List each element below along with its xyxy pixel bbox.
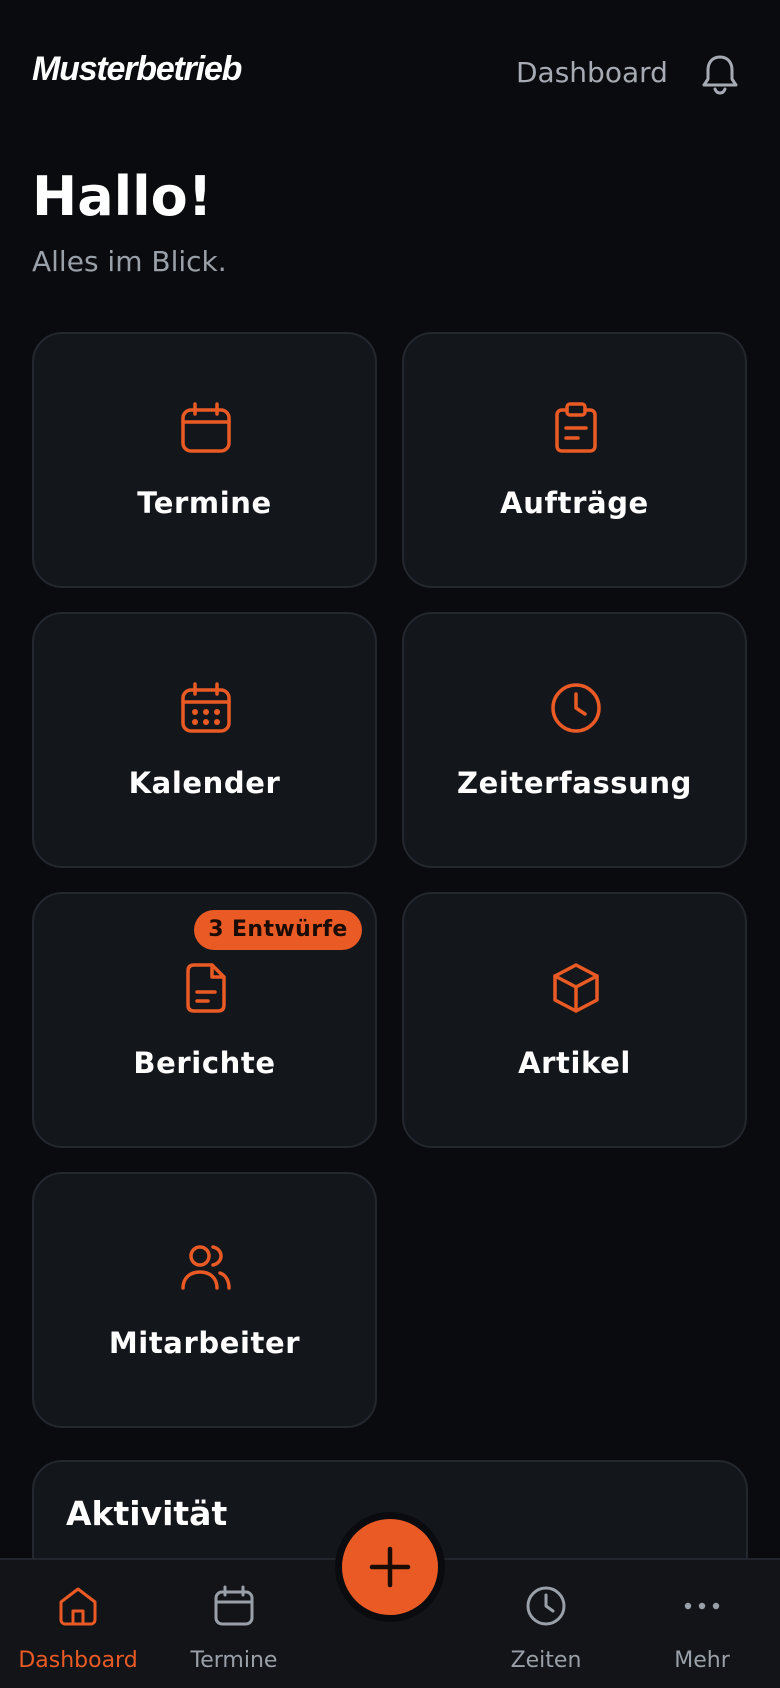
nav-dashboard[interactable]: Dashboard (0, 1560, 156, 1688)
page-title: Dashboard (516, 56, 668, 89)
nav-mehr[interactable]: Mehr (624, 1560, 780, 1688)
tile-mitarbeiter[interactable]: Mitarbeiter (32, 1172, 377, 1428)
tile-label: Zeiterfassung (456, 766, 693, 800)
nav-label: Dashboard (18, 1648, 138, 1673)
tile-label: Aufträge (500, 486, 649, 520)
tile-label: Artikel (518, 1046, 631, 1080)
clock-icon (550, 682, 602, 734)
drafts-badge: 3 Entwürfe (194, 910, 362, 950)
tile-label: Mitarbeiter (108, 1326, 301, 1360)
dashboard-page: Musterbetrieb Dashboard Hallo! Alles im … (0, 0, 780, 1688)
app-header: Musterbetrieb Dashboard (0, 0, 780, 150)
tile-zeiterfassung[interactable]: Zeiterfassung (402, 612, 747, 868)
tile-berichte[interactable]: 3 Entwürfe Berichte (32, 892, 377, 1148)
document-icon (180, 962, 232, 1014)
brand-logo[interactable]: Musterbetrieb (32, 50, 242, 89)
tile-kalender[interactable]: Kalender (32, 612, 377, 868)
nav-termine[interactable]: Termine (156, 1560, 312, 1688)
nav-label: Zeiten (510, 1648, 582, 1673)
home-icon (56, 1584, 100, 1628)
clipboard-icon (550, 402, 602, 454)
tile-termine[interactable]: Termine (32, 332, 377, 588)
greeting-subtitle: Alles im Blick. (32, 245, 227, 278)
nav-label: Mehr (674, 1648, 730, 1673)
box-icon (550, 962, 602, 1014)
calendar-icon (180, 402, 232, 454)
nav-zeiten[interactable]: Zeiten (468, 1560, 624, 1688)
bell-icon[interactable] (700, 52, 740, 96)
tile-label: Kalender (128, 766, 281, 800)
tile-artikel[interactable]: Artikel (402, 892, 747, 1148)
nav-label: Termine (190, 1648, 278, 1673)
more-icon (680, 1584, 724, 1628)
tile-label: Berichte (133, 1046, 276, 1080)
greeting-title: Hallo! (32, 165, 213, 228)
users-icon (180, 1242, 232, 1294)
add-button[interactable] (342, 1519, 438, 1615)
activity-title: Aktivität (66, 1494, 228, 1533)
calendar-grid-icon (180, 682, 232, 734)
tile-auftraege[interactable]: Aufträge (402, 332, 747, 588)
clock-icon (524, 1584, 568, 1628)
tile-label: Termine (137, 486, 272, 520)
calendar-icon (212, 1584, 256, 1628)
plus-icon (369, 1546, 411, 1588)
